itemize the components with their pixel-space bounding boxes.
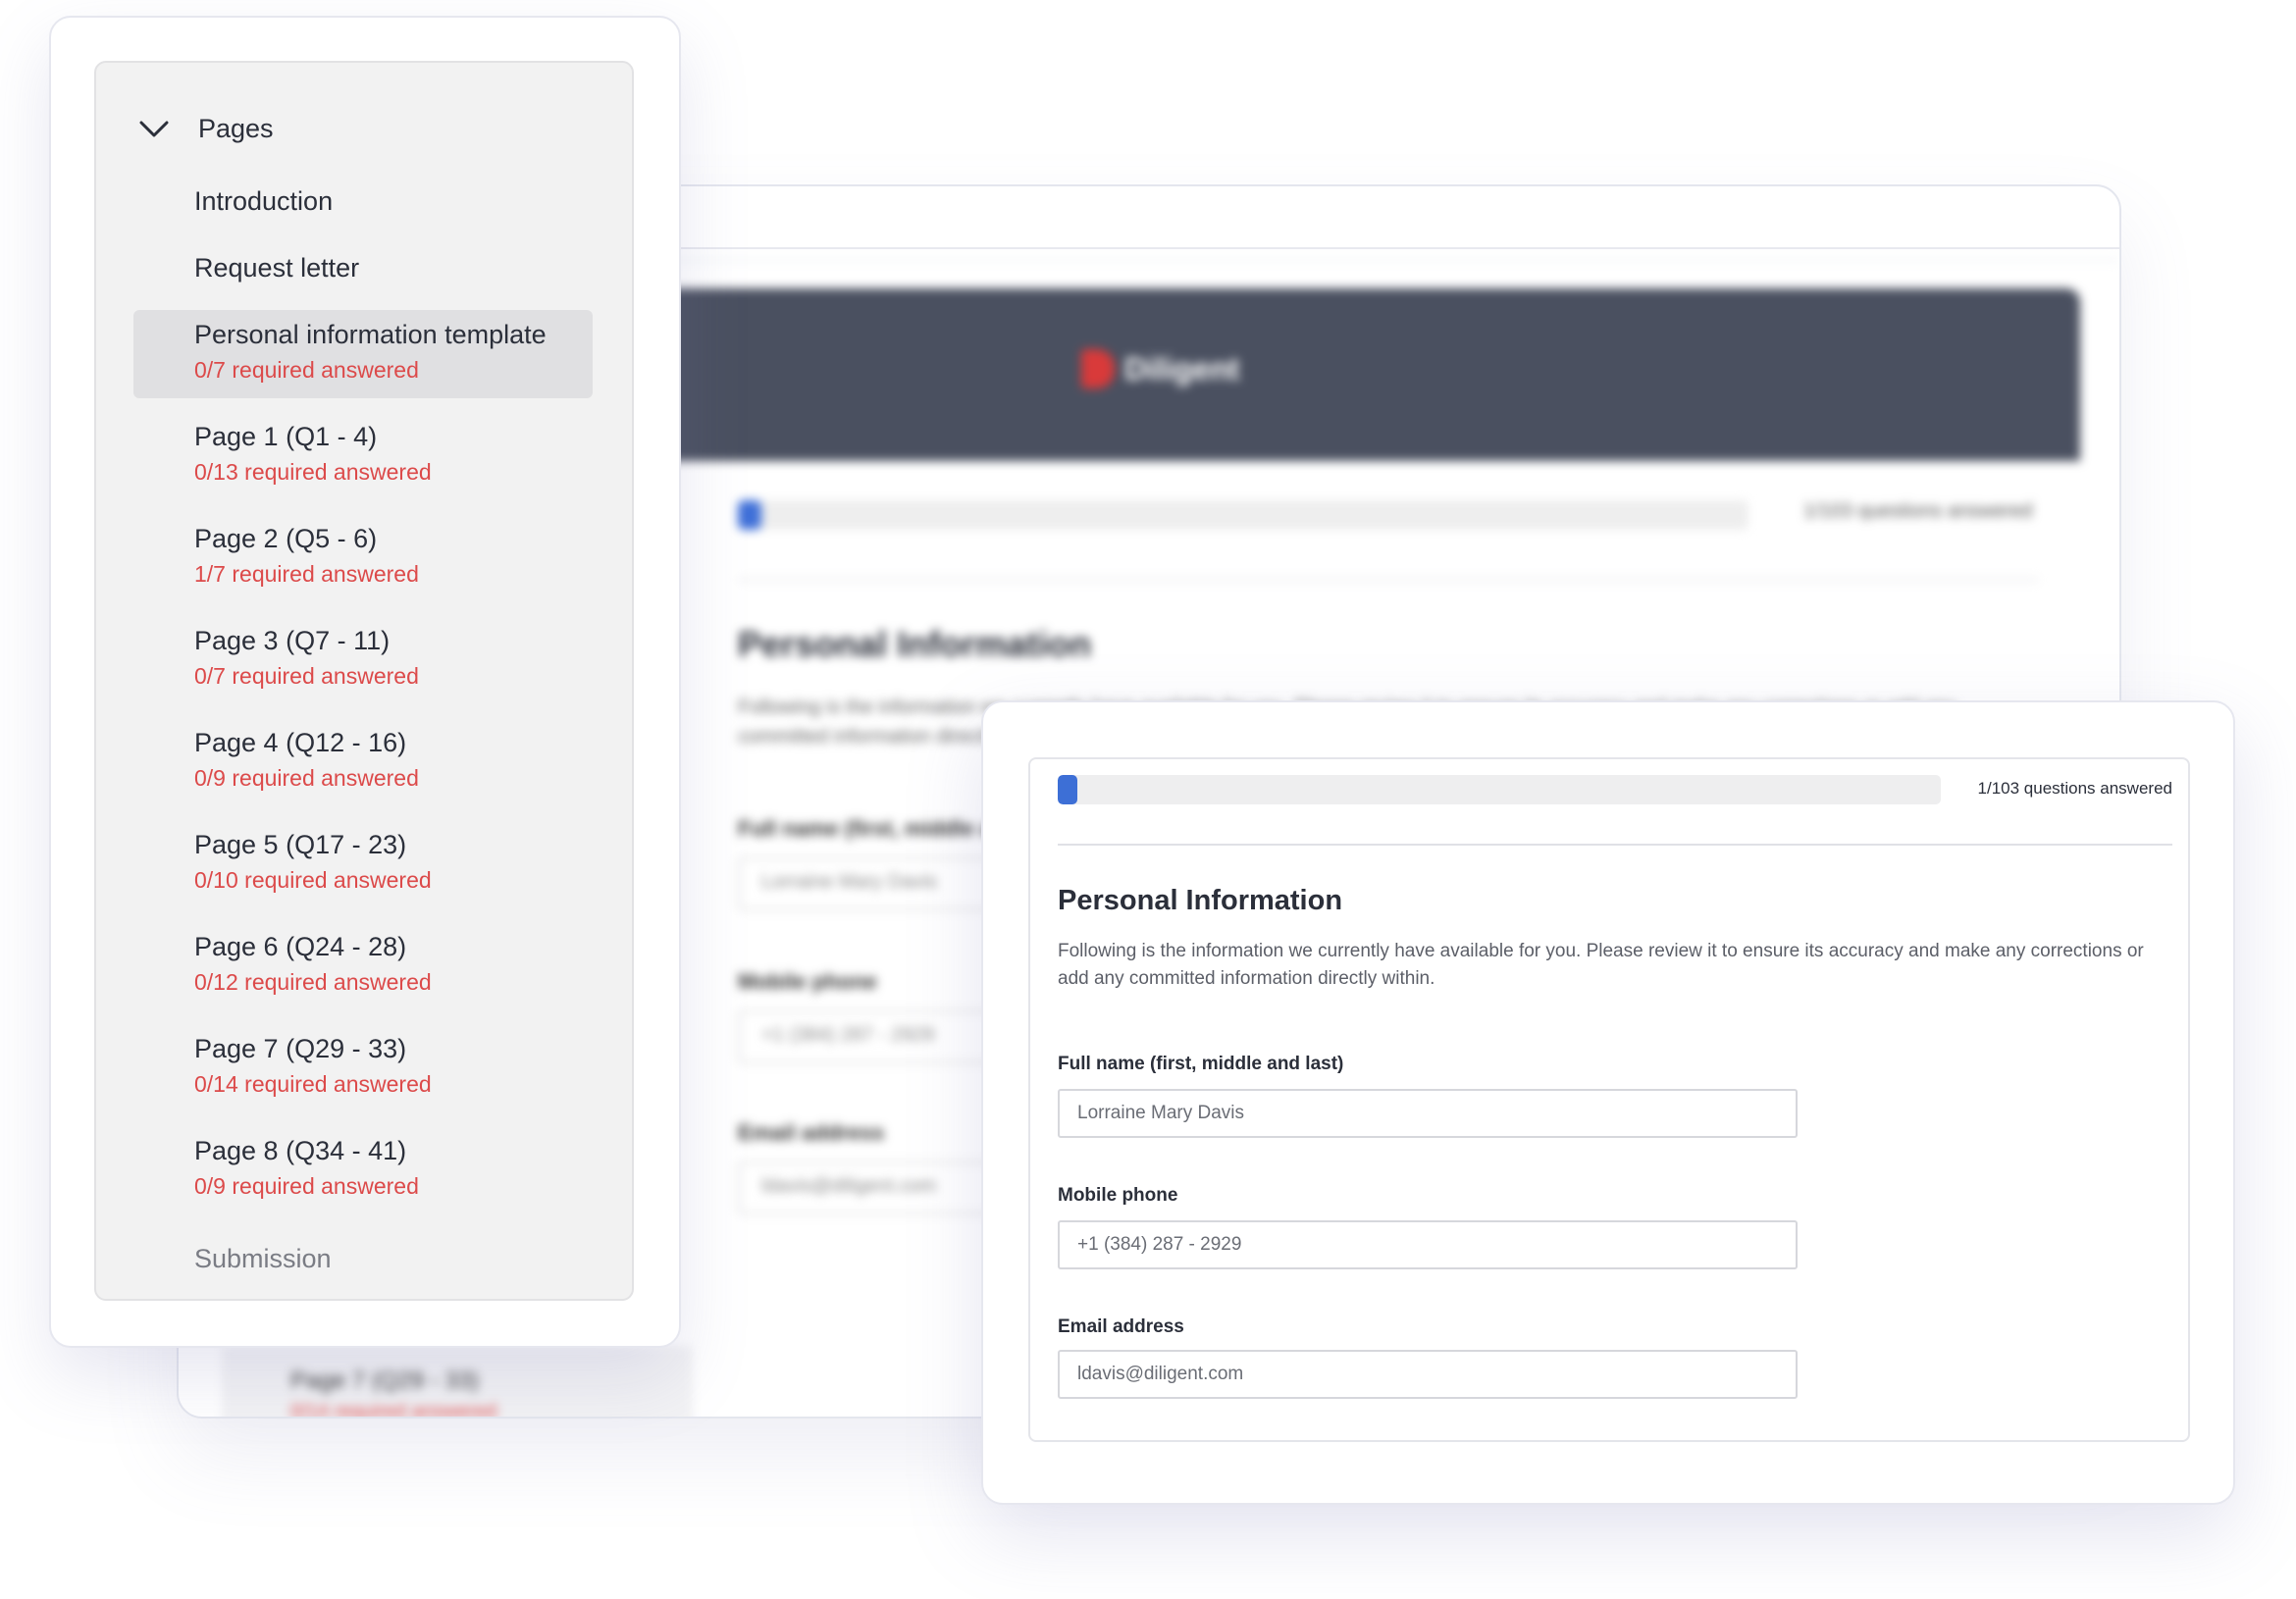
- questions-progress-label: 1/103 questions answered: [1977, 779, 2172, 798]
- page-title: Personal Information: [1058, 885, 1343, 916]
- nav-item-page-3[interactable]: Page 3 (Q7 - 11) 0/7 required answered: [133, 616, 593, 704]
- background-progress-fill: [738, 500, 761, 530]
- background-sidebar-peek: Page 7 (Q29 - 33) 0/14 required answered: [222, 1346, 693, 1418]
- diligent-logo-icon: [1081, 349, 1115, 388]
- nav-item-personal-information-template[interactable]: Personal information template 0/7 requir…: [133, 310, 593, 398]
- nav-item-introduction[interactable]: Introduction: [194, 186, 333, 217]
- nav-item-submission[interactable]: Submission: [194, 1244, 332, 1274]
- background-mobile-phone-value: +1 (384) 287 - 2929: [761, 1024, 935, 1046]
- background-sidebar-peek-subtitle: 0/14 required answered: [290, 1401, 497, 1418]
- nav-item-required-status: 1/7 required answered: [194, 561, 419, 587]
- background-progress-bar: [738, 500, 1748, 530]
- background-sidebar-peek-title: Page 7 (Q29 - 33): [290, 1367, 480, 1394]
- nav-item-page-8[interactable]: Page 8 (Q34 - 41) 0/9 required answered: [133, 1126, 593, 1214]
- background-progress-label: 1/103 questions answered: [1803, 500, 2033, 522]
- background-logo: Diligent: [1081, 349, 1239, 388]
- nav-item-required-status: 0/7 required answered: [194, 663, 419, 689]
- background-field-label-mobile-phone: Mobile phone: [738, 969, 877, 994]
- nav-item-required-status: 0/14 required answered: [194, 1071, 432, 1097]
- email-address-field[interactable]: [1058, 1350, 1798, 1399]
- nav-item-page-1[interactable]: Page 1 (Q1 - 4) 0/13 required answered: [133, 412, 593, 500]
- nav-item-page-4[interactable]: Page 4 (Q12 - 16) 0/9 required answered: [133, 718, 593, 806]
- personal-information-form: 1/103 questions answered Personal Inform…: [1028, 757, 2190, 1442]
- nav-item-page-5[interactable]: Page 5 (Q17 - 23) 0/10 required answered: [133, 820, 593, 908]
- chevron-down-icon: [137, 112, 171, 145]
- nav-item-required-status: 0/9 required answered: [194, 765, 419, 791]
- background-full-name-value: Lorraine Mary Davis: [761, 871, 937, 893]
- pages-collapse-toggle[interactable]: Pages: [137, 112, 274, 145]
- pages-sidebar-card: Pages Introduction Request letter Person…: [49, 16, 681, 1348]
- full-name-field[interactable]: [1058, 1089, 1798, 1138]
- full-name-label: Full name (first, middle and last): [1058, 1054, 1344, 1074]
- background-brand-name: Diligent: [1124, 350, 1240, 387]
- nav-item-request-letter[interactable]: Request letter: [194, 253, 359, 284]
- nav-item-title: Page 5 (Q17 - 23): [194, 830, 407, 859]
- nav-item-required-status: 0/9 required answered: [194, 1173, 419, 1199]
- background-page-title: Personal Information: [738, 624, 1092, 664]
- nav-item-title: Page 8 (Q34 - 41): [194, 1136, 407, 1165]
- personal-information-card: 1/103 questions answered Personal Inform…: [981, 700, 2235, 1505]
- background-field-label-email: Email address: [738, 1120, 885, 1145]
- questions-progress-fill: [1058, 775, 1077, 804]
- nav-item-title: Page 7 (Q29 - 33): [194, 1034, 407, 1063]
- background-email-value: ldavis@diligent.com: [761, 1175, 937, 1197]
- nav-item-title: Personal information template: [194, 320, 547, 349]
- nav-item-title: Page 2 (Q5 - 6): [194, 524, 378, 553]
- nav-item-required-status: 0/12 required answered: [194, 969, 432, 995]
- nav-item-page-6[interactable]: Page 6 (Q24 - 28) 0/12 required answered: [133, 922, 593, 1010]
- nav-item-title: Page 1 (Q1 - 4): [194, 422, 378, 451]
- pages-panel: Pages Introduction Request letter Person…: [94, 61, 634, 1301]
- nav-item-page-7[interactable]: Page 7 (Q29 - 33) 0/14 required answered: [133, 1024, 593, 1112]
- nav-item-page-2[interactable]: Page 2 (Q5 - 6) 1/7 required answered: [133, 514, 593, 602]
- email-address-label: Email address: [1058, 1316, 1184, 1337]
- nav-item-title: Page 4 (Q12 - 16): [194, 728, 407, 757]
- nav-item-required-status: 0/7 required answered: [194, 357, 419, 383]
- questions-progress-bar: [1058, 775, 1941, 804]
- nav-item-required-status: 0/13 required answered: [194, 459, 432, 485]
- mobile-phone-label: Mobile phone: [1058, 1185, 1178, 1206]
- page-description: Following is the information we currentl…: [1058, 941, 2144, 989]
- nav-item-title: Page 6 (Q24 - 28): [194, 932, 407, 961]
- mobile-phone-field[interactable]: [1058, 1220, 1798, 1269]
- pages-header-label: Pages: [198, 113, 274, 143]
- background-divider: [738, 579, 2039, 581]
- nav-item-required-status: 0/10 required answered: [194, 867, 432, 893]
- form-divider: [1058, 844, 2172, 846]
- nav-item-title: Page 3 (Q7 - 11): [194, 626, 391, 655]
